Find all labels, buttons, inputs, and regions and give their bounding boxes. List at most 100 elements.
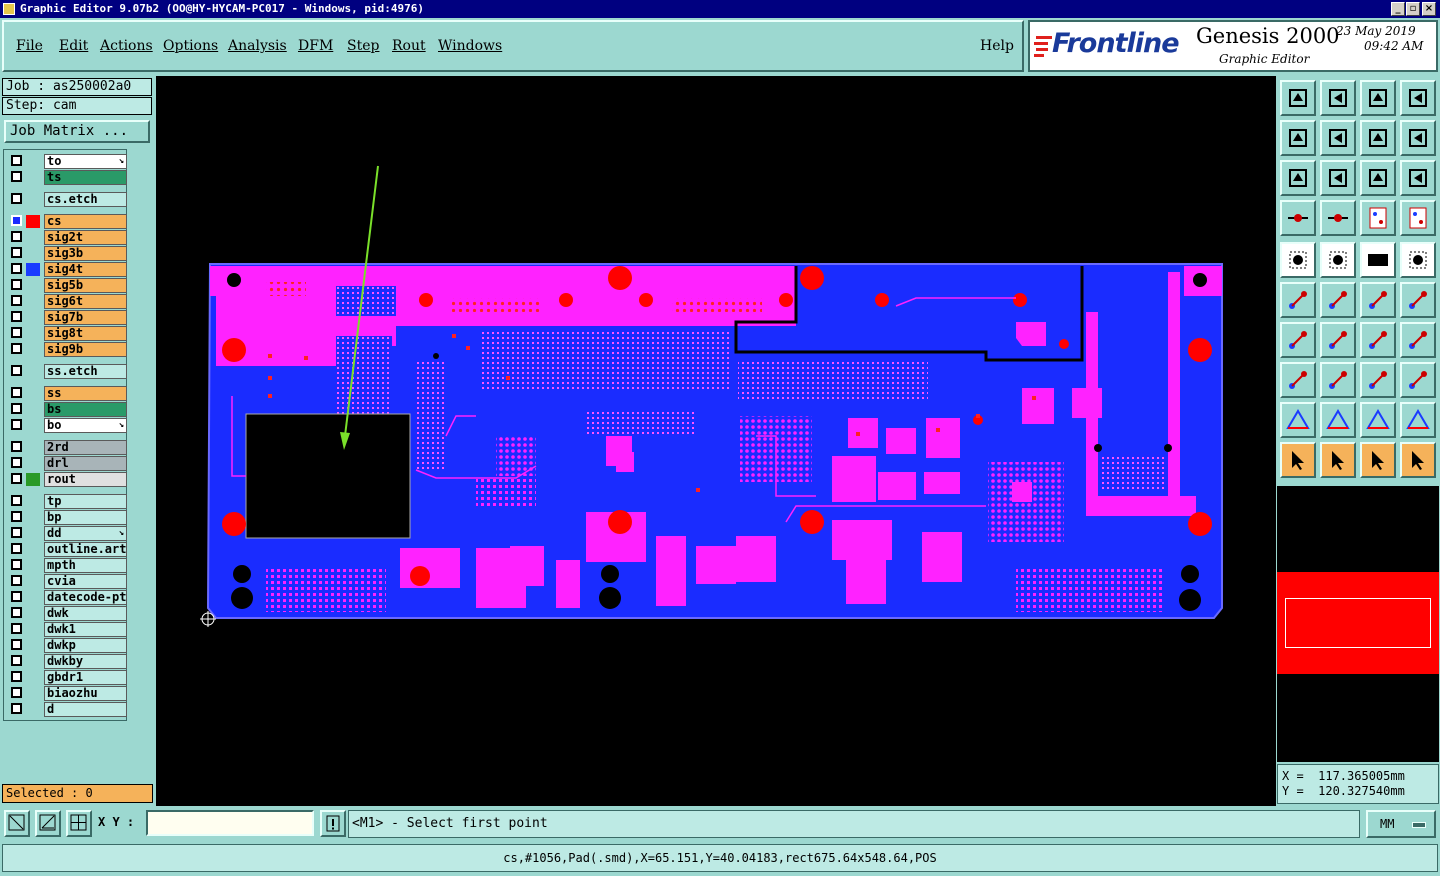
maximize-button[interactable]: ▫ <box>1406 2 1420 16</box>
layer-row-drl[interactable]: drl <box>8 456 128 471</box>
layer-name[interactable]: outline.art <box>44 542 127 557</box>
layer-name[interactable]: gbdr1 <box>44 670 127 685</box>
split-button[interactable] <box>1320 362 1356 398</box>
layer-checkbox[interactable] <box>11 527 22 538</box>
layer-checkbox[interactable] <box>11 655 22 666</box>
layer-row-sig2t[interactable]: sig2t <box>8 230 128 245</box>
angle-button[interactable] <box>1280 322 1316 358</box>
layer-checkbox[interactable] <box>11 279 22 290</box>
layer-name[interactable]: bp <box>44 510 127 525</box>
layer-name[interactable]: dwk1 <box>44 622 127 637</box>
layer-row-sig3b[interactable]: sig3b <box>8 246 128 261</box>
draw-button[interactable] <box>1280 242 1316 278</box>
layer-row-2rd[interactable]: 2rd <box>8 440 128 455</box>
graphic-canvas[interactable] <box>156 76 1276 806</box>
select2-button[interactable] <box>1360 442 1396 478</box>
xy-input[interactable] <box>146 810 314 836</box>
layer-name[interactable]: ts <box>44 170 127 185</box>
layer-name[interactable]: sig9b <box>44 342 127 357</box>
layer-checkbox[interactable] <box>11 457 22 468</box>
triangle-arrow-button[interactable] <box>1400 402 1436 438</box>
delete-button[interactable] <box>1320 282 1356 318</box>
save-button[interactable] <box>1320 80 1356 116</box>
layer-checkbox[interactable] <box>11 193 22 204</box>
layer-row-dwkby[interactable]: dwkby <box>8 654 128 669</box>
panel-button[interactable] <box>1400 80 1436 116</box>
menu-analysis[interactable]: Analysis <box>228 38 287 54</box>
select-button[interactable] <box>1320 442 1356 478</box>
layer-checkbox[interactable] <box>11 639 22 650</box>
triangle-text-button[interactable] <box>1320 402 1356 438</box>
layer-row-dwk1[interactable]: dwk1 <box>8 622 128 637</box>
arc-button[interactable] <box>1360 322 1396 358</box>
layer-checkbox[interactable] <box>11 387 22 398</box>
layer-name[interactable]: bs <box>44 402 127 417</box>
layer-row-biaozhu[interactable]: biaozhu <box>8 686 128 701</box>
layer-row-sig7b[interactable]: sig7b <box>8 310 128 325</box>
layer-checkbox[interactable] <box>11 671 22 682</box>
layer-row-bo[interactable]: bo ↘ <box>8 418 128 433</box>
layer-row-sig6t[interactable]: sig6t <box>8 294 128 309</box>
layer-name[interactable]: rout <box>44 472 127 487</box>
text-button[interactable] <box>1400 322 1436 358</box>
menu-step[interactable]: Step <box>347 38 379 54</box>
snap-mode-button[interactable] <box>4 810 30 837</box>
select-circle-button[interactable] <box>1400 242 1436 278</box>
job-matrix-button[interactable]: Job Matrix ... <box>4 120 150 143</box>
layer-row-d[interactable]: d <box>8 702 128 717</box>
layer-row-rout[interactable]: rout <box>8 472 128 487</box>
layer-name[interactable]: biaozhu <box>44 686 127 701</box>
layer-checkbox[interactable] <box>11 311 22 322</box>
layer-name[interactable]: 2rd <box>44 440 127 455</box>
layer-checkbox[interactable] <box>11 327 22 338</box>
zoom-center-button[interactable] <box>1320 160 1356 196</box>
overview-map[interactable] <box>1277 486 1439 762</box>
close-button[interactable]: × <box>1422 2 1436 16</box>
layer-checkbox[interactable] <box>11 575 22 586</box>
layer-row-cs[interactable]: cs <box>8 214 128 229</box>
layer-name[interactable]: mpth <box>44 558 127 573</box>
layer-row-sig8t[interactable]: sig8t <box>8 326 128 341</box>
layer-name[interactable]: sig5b <box>44 278 127 293</box>
layer-checkbox[interactable] <box>11 623 22 634</box>
layer-name[interactable]: dwkp <box>44 638 127 653</box>
layer-row-ts[interactable]: ts <box>8 170 128 185</box>
layer-name[interactable]: sig3b <box>44 246 127 261</box>
layer-checkbox[interactable] <box>11 365 22 376</box>
layer-name[interactable]: cs.etch <box>44 192 127 207</box>
triangle-bar-button[interactable] <box>1360 402 1396 438</box>
layer-name[interactable]: datecode-pto <box>44 590 127 605</box>
layer-row-outline.art[interactable]: outline.art <box>8 542 128 557</box>
menu-options[interactable]: Options <box>163 38 218 54</box>
help-button[interactable] <box>1400 160 1436 196</box>
home-button[interactable] <box>1360 80 1396 116</box>
layer-checkbox[interactable] <box>11 295 22 306</box>
layer-checkbox[interactable] <box>11 511 22 522</box>
layer-name[interactable]: d <box>44 702 127 717</box>
layer-stack-button[interactable] <box>1360 200 1396 236</box>
layer-name[interactable]: sig2t <box>44 230 127 245</box>
layer-name[interactable]: to ↘ <box>44 154 127 169</box>
layer-checkbox[interactable] <box>11 441 22 452</box>
edit-button[interactable] <box>1320 242 1356 278</box>
info-button[interactable] <box>320 810 346 837</box>
layer-name[interactable]: cs <box>44 214 127 229</box>
menu-help[interactable]: Help <box>980 38 1014 54</box>
zoom-back-button[interactable] <box>1280 120 1316 156</box>
menu-edit[interactable]: Edit <box>59 38 88 54</box>
layer-row-sig9b[interactable]: sig9b <box>8 342 128 357</box>
layer-checkbox[interactable] <box>11 543 22 554</box>
layer-checkbox[interactable] <box>11 155 22 166</box>
layer-checkbox[interactable] <box>11 247 22 258</box>
menu-file[interactable]: File <box>16 38 43 54</box>
layer-checkbox[interactable] <box>11 473 22 484</box>
layer-row-datecode-pto[interactable]: datecode-pto <box>8 590 128 605</box>
pad-snap-button[interactable] <box>1320 200 1356 236</box>
measure-button[interactable] <box>1280 200 1316 236</box>
layer-name[interactable]: dwkby <box>44 654 127 669</box>
layer-row-sig5b[interactable]: sig5b <box>8 278 128 293</box>
layer-row-cs.etch[interactable]: cs.etch <box>8 192 128 207</box>
layer-row-ss[interactable]: ss <box>8 386 128 401</box>
grid-mode-button[interactable] <box>66 810 92 837</box>
layer-checkbox[interactable] <box>11 215 22 226</box>
